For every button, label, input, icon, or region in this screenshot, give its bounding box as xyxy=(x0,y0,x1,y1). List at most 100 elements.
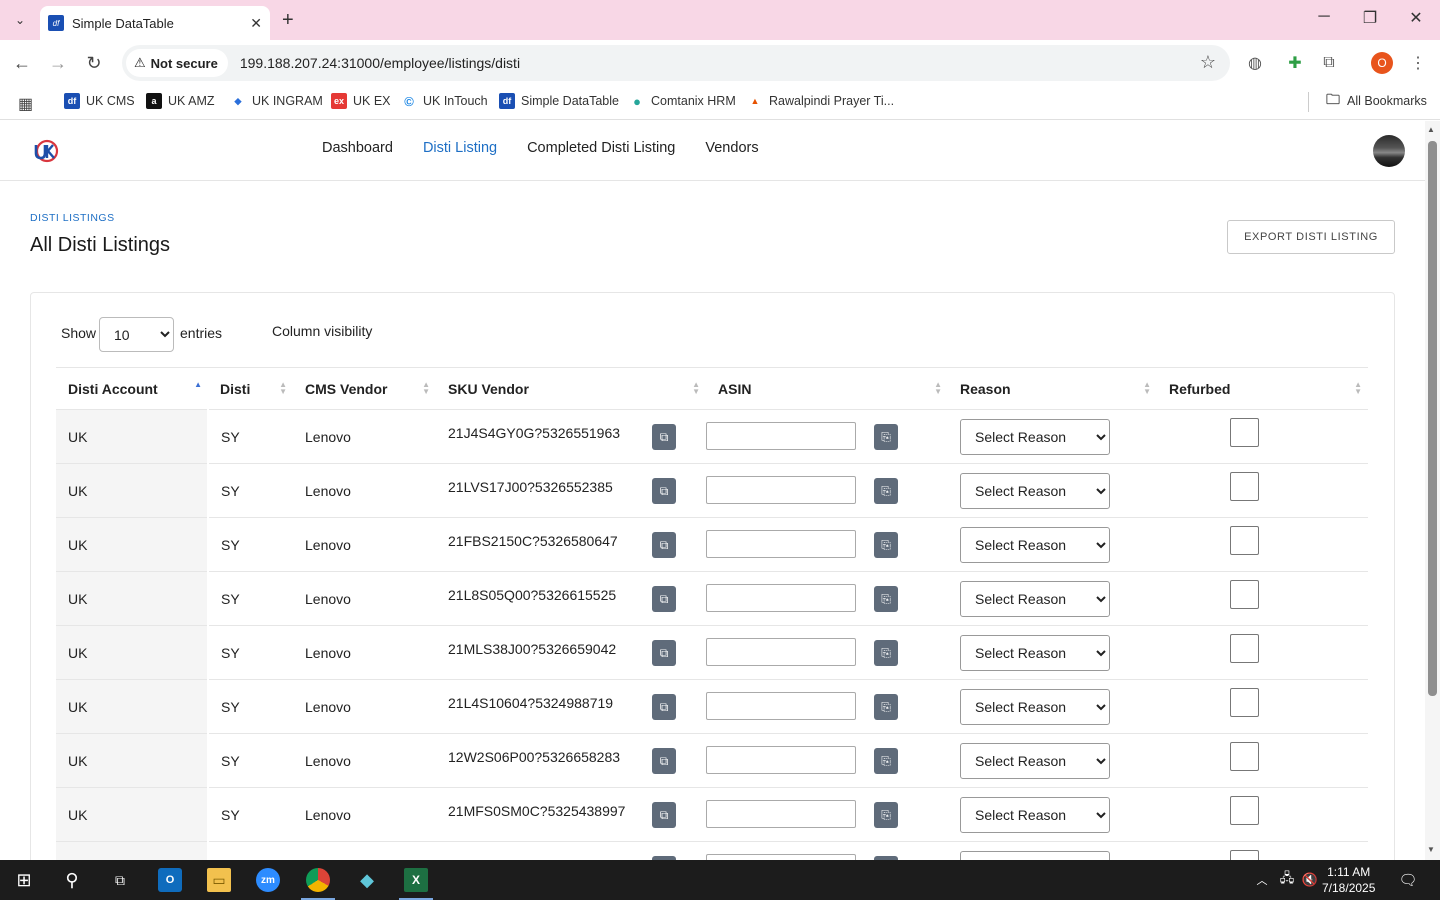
reason-select[interactable]: Select Reason xyxy=(960,580,1110,617)
scroll-up-arrow-icon[interactable]: ▲ xyxy=(1427,125,1435,134)
paste-asin-icon[interactable]: ⎘ xyxy=(874,478,898,504)
browser-menu-icon[interactable]: ⋮ xyxy=(1407,52,1429,74)
chrome-icon[interactable] xyxy=(306,868,330,892)
asin-input[interactable] xyxy=(706,422,856,450)
entries-select[interactable]: 10 xyxy=(99,317,174,352)
window-close-icon[interactable]: ✕ xyxy=(1404,8,1428,28)
windows-start-icon[interactable]: ⊞ xyxy=(12,868,36,892)
copy-sku-icon[interactable]: ⧉ xyxy=(652,802,676,828)
bookmark-comtanix-hrm[interactable]: ● Comtanix HRM xyxy=(629,93,736,109)
paste-asin-icon[interactable]: ⎘ xyxy=(874,748,898,774)
volume-muted-icon[interactable]: 🔇 xyxy=(1298,868,1322,892)
notification-icon[interactable]: 🗨 xyxy=(1396,868,1420,892)
copy-sku-icon[interactable]: ⧉ xyxy=(652,586,676,612)
header-cms-vendor[interactable]: CMS Vendor ▲ ▼ xyxy=(293,367,436,410)
search-icon[interactable]: ⚲ xyxy=(60,868,84,892)
paste-asin-icon[interactable]: ⎘ xyxy=(874,802,898,828)
user-avatar[interactable] xyxy=(1373,135,1405,167)
bookmark-uk-amz[interactable]: a UK AMZ xyxy=(146,93,215,109)
header-asin[interactable]: ASIN ▲ ▼ xyxy=(706,367,948,410)
apps-grid-icon[interactable]: ▦ xyxy=(18,94,33,114)
restore-icon[interactable]: ❐ xyxy=(1358,8,1382,28)
header-disti-account[interactable]: Disti Account ▲ xyxy=(56,367,208,410)
refurbed-checkbox[interactable] xyxy=(1230,796,1259,825)
refurbed-checkbox[interactable] xyxy=(1230,472,1259,501)
minimize-icon[interactable]: ─ xyxy=(1312,8,1336,26)
profile-avatar[interactable]: O xyxy=(1371,52,1393,74)
copy-sku-icon[interactable]: ⧉ xyxy=(652,640,676,666)
task-view-icon[interactable]: ⧉ xyxy=(108,868,132,892)
uk-logo-icon[interactable] xyxy=(32,137,60,165)
bookmark-uk-ex[interactable]: ex UK EX xyxy=(331,93,391,109)
network-icon[interactable]: 🖧 xyxy=(1275,868,1299,892)
new-tab-icon[interactable]: + xyxy=(282,8,294,32)
header-disti[interactable]: Disti ▲ ▼ xyxy=(208,367,293,410)
taskbar-clock[interactable]: 1:11 AM 7/18/2025 xyxy=(1322,864,1375,896)
security-chip[interactable]: ⚠ Not secure xyxy=(126,49,228,77)
outlook-icon[interactable]: O xyxy=(158,868,182,892)
browser-tab-active[interactable]: df Simple DataTable ✕ xyxy=(40,6,270,40)
copy-sku-icon[interactable]: ⧉ xyxy=(652,478,676,504)
app-diamond-icon[interactable]: ◆ xyxy=(355,868,379,892)
file-explorer-icon[interactable]: ▭ xyxy=(207,868,231,892)
paste-asin-icon[interactable]: ⎘ xyxy=(874,586,898,612)
breadcrumb[interactable]: DISTI LISTINGS xyxy=(30,212,115,224)
bookmark-uk-cms[interactable]: df UK CMS xyxy=(64,93,135,109)
header-reason[interactable]: Reason ▲ ▼ xyxy=(948,367,1157,410)
reason-select[interactable]: Select Reason xyxy=(960,688,1110,725)
asin-input[interactable] xyxy=(706,476,856,504)
nav-dashboard[interactable]: Dashboard xyxy=(322,140,393,156)
scroll-thumb[interactable] xyxy=(1428,141,1437,696)
page-scrollbar[interactable]: ▲ ▼ xyxy=(1425,121,1440,860)
extension-plus-icon[interactable]: ✚ xyxy=(1284,52,1306,74)
refurbed-checkbox[interactable] xyxy=(1230,850,1259,860)
bookmark-rawalpindi-prayer[interactable]: ▲ Rawalpindi Prayer Ti... xyxy=(747,93,894,109)
header-refurbed[interactable]: Refurbed ▲ ▼ xyxy=(1157,367,1368,410)
reason-select[interactable]: Select Reason xyxy=(960,796,1110,833)
paste-asin-icon[interactable]: ⎘ xyxy=(874,532,898,558)
export-disti-listing-button[interactable]: EXPORT DISTI LISTING xyxy=(1227,220,1395,254)
reason-select[interactable]: Select Reason xyxy=(960,742,1110,779)
refurbed-checkbox[interactable] xyxy=(1230,418,1259,447)
tray-chevron-up-icon[interactable]: ︿ xyxy=(1250,868,1274,892)
copy-sku-icon[interactable]: ⧉ xyxy=(652,748,676,774)
asin-input[interactable] xyxy=(706,530,856,558)
paste-asin-icon[interactable]: ⎘ xyxy=(874,640,898,666)
bookmark-star-icon[interactable]: ☆ xyxy=(1200,52,1216,73)
refurbed-checkbox[interactable] xyxy=(1230,580,1259,609)
asin-input[interactable] xyxy=(706,584,856,612)
reason-select[interactable]: Select Reason xyxy=(960,850,1110,860)
excel-icon[interactable]: X xyxy=(404,868,428,892)
nav-disti-listing[interactable]: Disti Listing xyxy=(423,140,497,156)
refurbed-checkbox[interactable] xyxy=(1230,688,1259,717)
address-bar[interactable]: ⚠ Not secure 199.188.207.24:31000/employ… xyxy=(122,45,1230,81)
url-text[interactable]: 199.188.207.24:31000/employee/listings/d… xyxy=(240,55,520,71)
reload-icon[interactable]: ↻ xyxy=(82,52,106,74)
nav-vendors[interactable]: Vendors xyxy=(705,140,758,156)
extensions-puzzle-icon[interactable]: ⧉ xyxy=(1318,52,1340,74)
copy-sku-icon[interactable]: ⧉ xyxy=(652,424,676,450)
asin-input[interactable] xyxy=(706,746,856,774)
column-visibility-button[interactable]: Column visibility xyxy=(272,323,372,339)
paste-asin-icon[interactable]: ⎘ xyxy=(874,694,898,720)
bookmark-simple-datatable[interactable]: df Simple DataTable xyxy=(499,93,619,109)
reason-select[interactable]: Select Reason xyxy=(960,526,1110,563)
bookmark-uk-intouch[interactable]: © UK InTouch xyxy=(401,93,488,109)
tab-search-chevron-icon[interactable]: ⌄ xyxy=(8,8,32,32)
tab-close-icon[interactable]: ✕ xyxy=(250,15,262,32)
translate-icon[interactable]: ◍ xyxy=(1244,52,1266,74)
reason-select[interactable]: Select Reason xyxy=(960,418,1110,455)
zoom-icon[interactable]: zm xyxy=(256,868,280,892)
back-arrow-icon[interactable]: ← xyxy=(10,52,34,74)
paste-asin-icon[interactable]: ⎘ xyxy=(874,424,898,450)
reason-select[interactable]: Select Reason xyxy=(960,472,1110,509)
nav-completed-disti-listing[interactable]: Completed Disti Listing xyxy=(527,140,675,156)
bookmark-uk-ingram[interactable]: ◆ UK INGRAM xyxy=(230,93,323,109)
refurbed-checkbox[interactable] xyxy=(1230,742,1259,771)
reason-select[interactable]: Select Reason xyxy=(960,634,1110,671)
copy-sku-icon[interactable]: ⧉ xyxy=(652,694,676,720)
asin-input[interactable] xyxy=(706,638,856,666)
copy-sku-icon[interactable]: ⧉ xyxy=(652,532,676,558)
asin-input[interactable] xyxy=(706,692,856,720)
header-sku-vendor[interactable]: SKU Vendor ▲ ▼ xyxy=(436,367,706,410)
